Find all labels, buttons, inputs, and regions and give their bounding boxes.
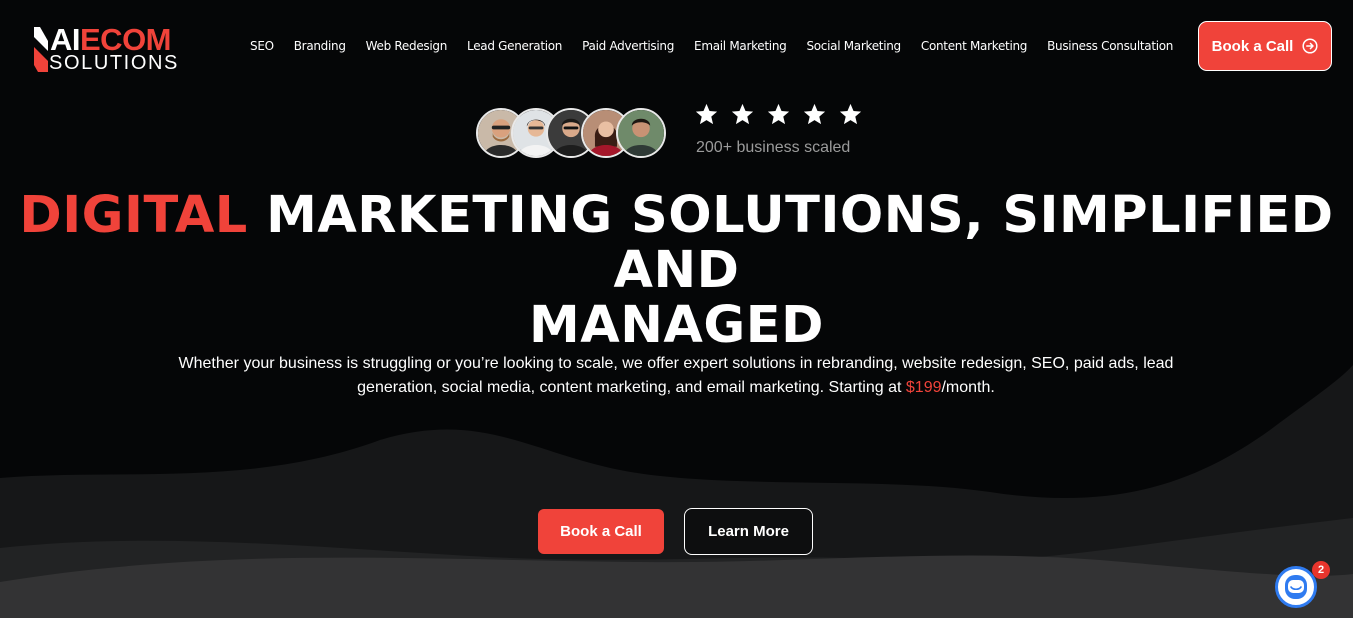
chat-notification-badge: 2 [1312,561,1330,579]
headline-accent-word: DIGITAL [19,186,248,245]
book-call-hero-button[interactable]: Book a Call [538,509,664,554]
customer-avatars [476,108,668,158]
logo-wordmark-top: AIECOM [50,24,172,55]
hero-headline: DIGITAL MARKETING SOLUTIONS, SIMPLIFIED … [0,188,1353,353]
rating-stars [694,102,863,127]
nav-item-branding[interactable]: Branding [294,37,346,55]
chat-widget-button[interactable]: 2 [1275,561,1330,608]
brand-logo[interactable]: AIECOM SOLUTIONS [34,24,189,74]
subtext-suffix: /month. [941,379,995,396]
headline-line-2: MANAGED [529,296,824,355]
nav-item-paid-advertising[interactable]: Paid Advertising [582,37,674,55]
nav-item-content-marketing[interactable]: Content Marketing [921,37,1028,55]
avatar [616,108,666,158]
star-icon [839,103,862,125]
nav-item-seo[interactable]: SEO [250,37,274,55]
nav-item-lead-generation[interactable]: Lead Generation [467,37,562,55]
logo-mark-icon [34,27,48,72]
star-icon [767,103,790,125]
star-icon [731,103,754,125]
nav-item-social-marketing[interactable]: Social Marketing [806,37,901,55]
chat-icon [1285,575,1307,599]
book-call-header-button[interactable]: Book a Call [1198,21,1332,71]
subtext-body: Whether your business is struggling or y… [178,355,1174,396]
book-call-header-label: Book a Call [1211,37,1294,55]
logo-wordmark-bottom: SOLUTIONS [49,52,179,74]
learn-more-button[interactable]: Learn More [684,508,813,555]
nav-item-business-consultation[interactable]: Business Consultation [1047,37,1173,55]
star-icon [803,103,826,125]
nav-item-web-redesign[interactable]: Web Redesign [366,37,448,55]
nav-item-email-marketing[interactable]: Email Marketing [694,37,787,55]
rating-caption: 200+ business scaled [696,139,851,156]
headline-line-1: MARKETING SOLUTIONS, SIMPLIFIED AND [247,186,1334,300]
star-icon [695,103,718,125]
main-nav: SEO Branding Web Redesign Lead Generatio… [250,37,1173,55]
hero-subtext: Whether your business is struggling or y… [176,352,1176,400]
price-highlight: $199 [905,379,942,396]
arrow-circle-right-icon [1302,38,1318,54]
